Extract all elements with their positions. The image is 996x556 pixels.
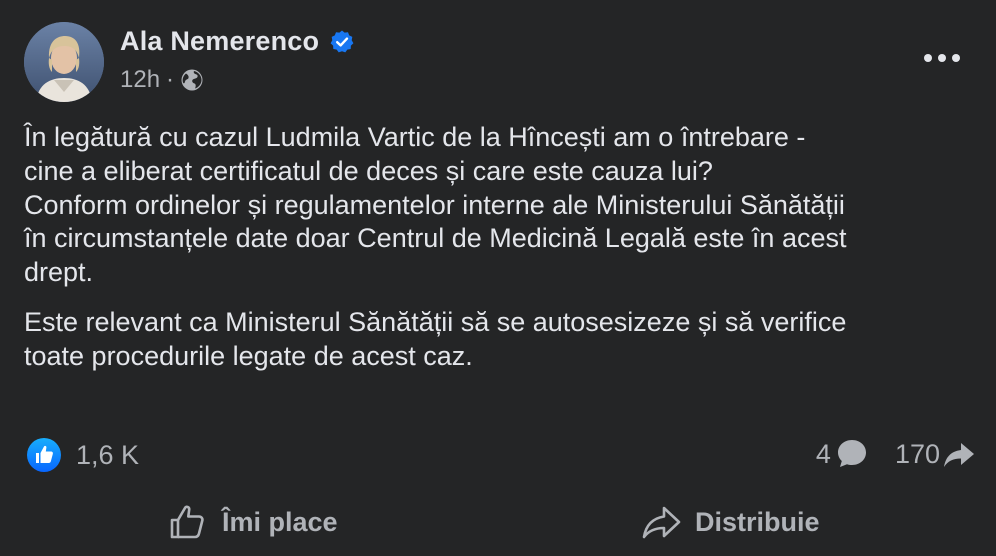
thumbs-up-icon (170, 505, 204, 539)
post-paragraph: În legătură cu cazul Ludmila Vartic de l… (24, 122, 847, 288)
comment-count[interactable]: 4 (816, 439, 831, 470)
author-name[interactable]: Ala Nemerenco (120, 26, 319, 57)
share-icon[interactable] (942, 437, 976, 471)
more-options-icon[interactable] (924, 46, 960, 70)
like-reaction-icon (27, 438, 61, 472)
post-meta: 12h · (120, 66, 204, 94)
engagement-stats: 4 170 (816, 437, 976, 471)
share-count[interactable]: 170 (895, 439, 940, 470)
like-button[interactable]: Îmi place (168, 500, 338, 544)
meta-separator: · (166, 66, 175, 93)
more-dot (924, 54, 932, 62)
actions-divider (24, 486, 972, 487)
author-avatar[interactable] (24, 22, 104, 102)
verified-badge-icon (330, 30, 354, 52)
post-text: În legătură cu cazul Ludmila Vartic de l… (24, 121, 974, 390)
share-button[interactable]: Distribuie (641, 500, 820, 544)
more-dot (952, 54, 960, 62)
globe-icon[interactable] (180, 68, 204, 92)
share-arrow-icon (642, 506, 681, 539)
reactions-summary[interactable]: 1,6 K (26, 437, 139, 473)
post-paragraph: Este relevant ca Ministerul Sănătății să… (24, 306, 847, 371)
more-dot (938, 54, 946, 62)
author-name-row: Ala Nemerenco (120, 26, 355, 57)
like-button-label: Îmi place (222, 506, 338, 537)
comment-icon[interactable] (835, 437, 869, 471)
share-button-label: Distribuie (695, 506, 820, 537)
post-time[interactable]: 12h (120, 66, 160, 94)
facebook-post: Ala Nemerenco 12h · În legătură cu cazul… (0, 0, 996, 556)
reaction-count: 1,6 K (76, 439, 140, 470)
